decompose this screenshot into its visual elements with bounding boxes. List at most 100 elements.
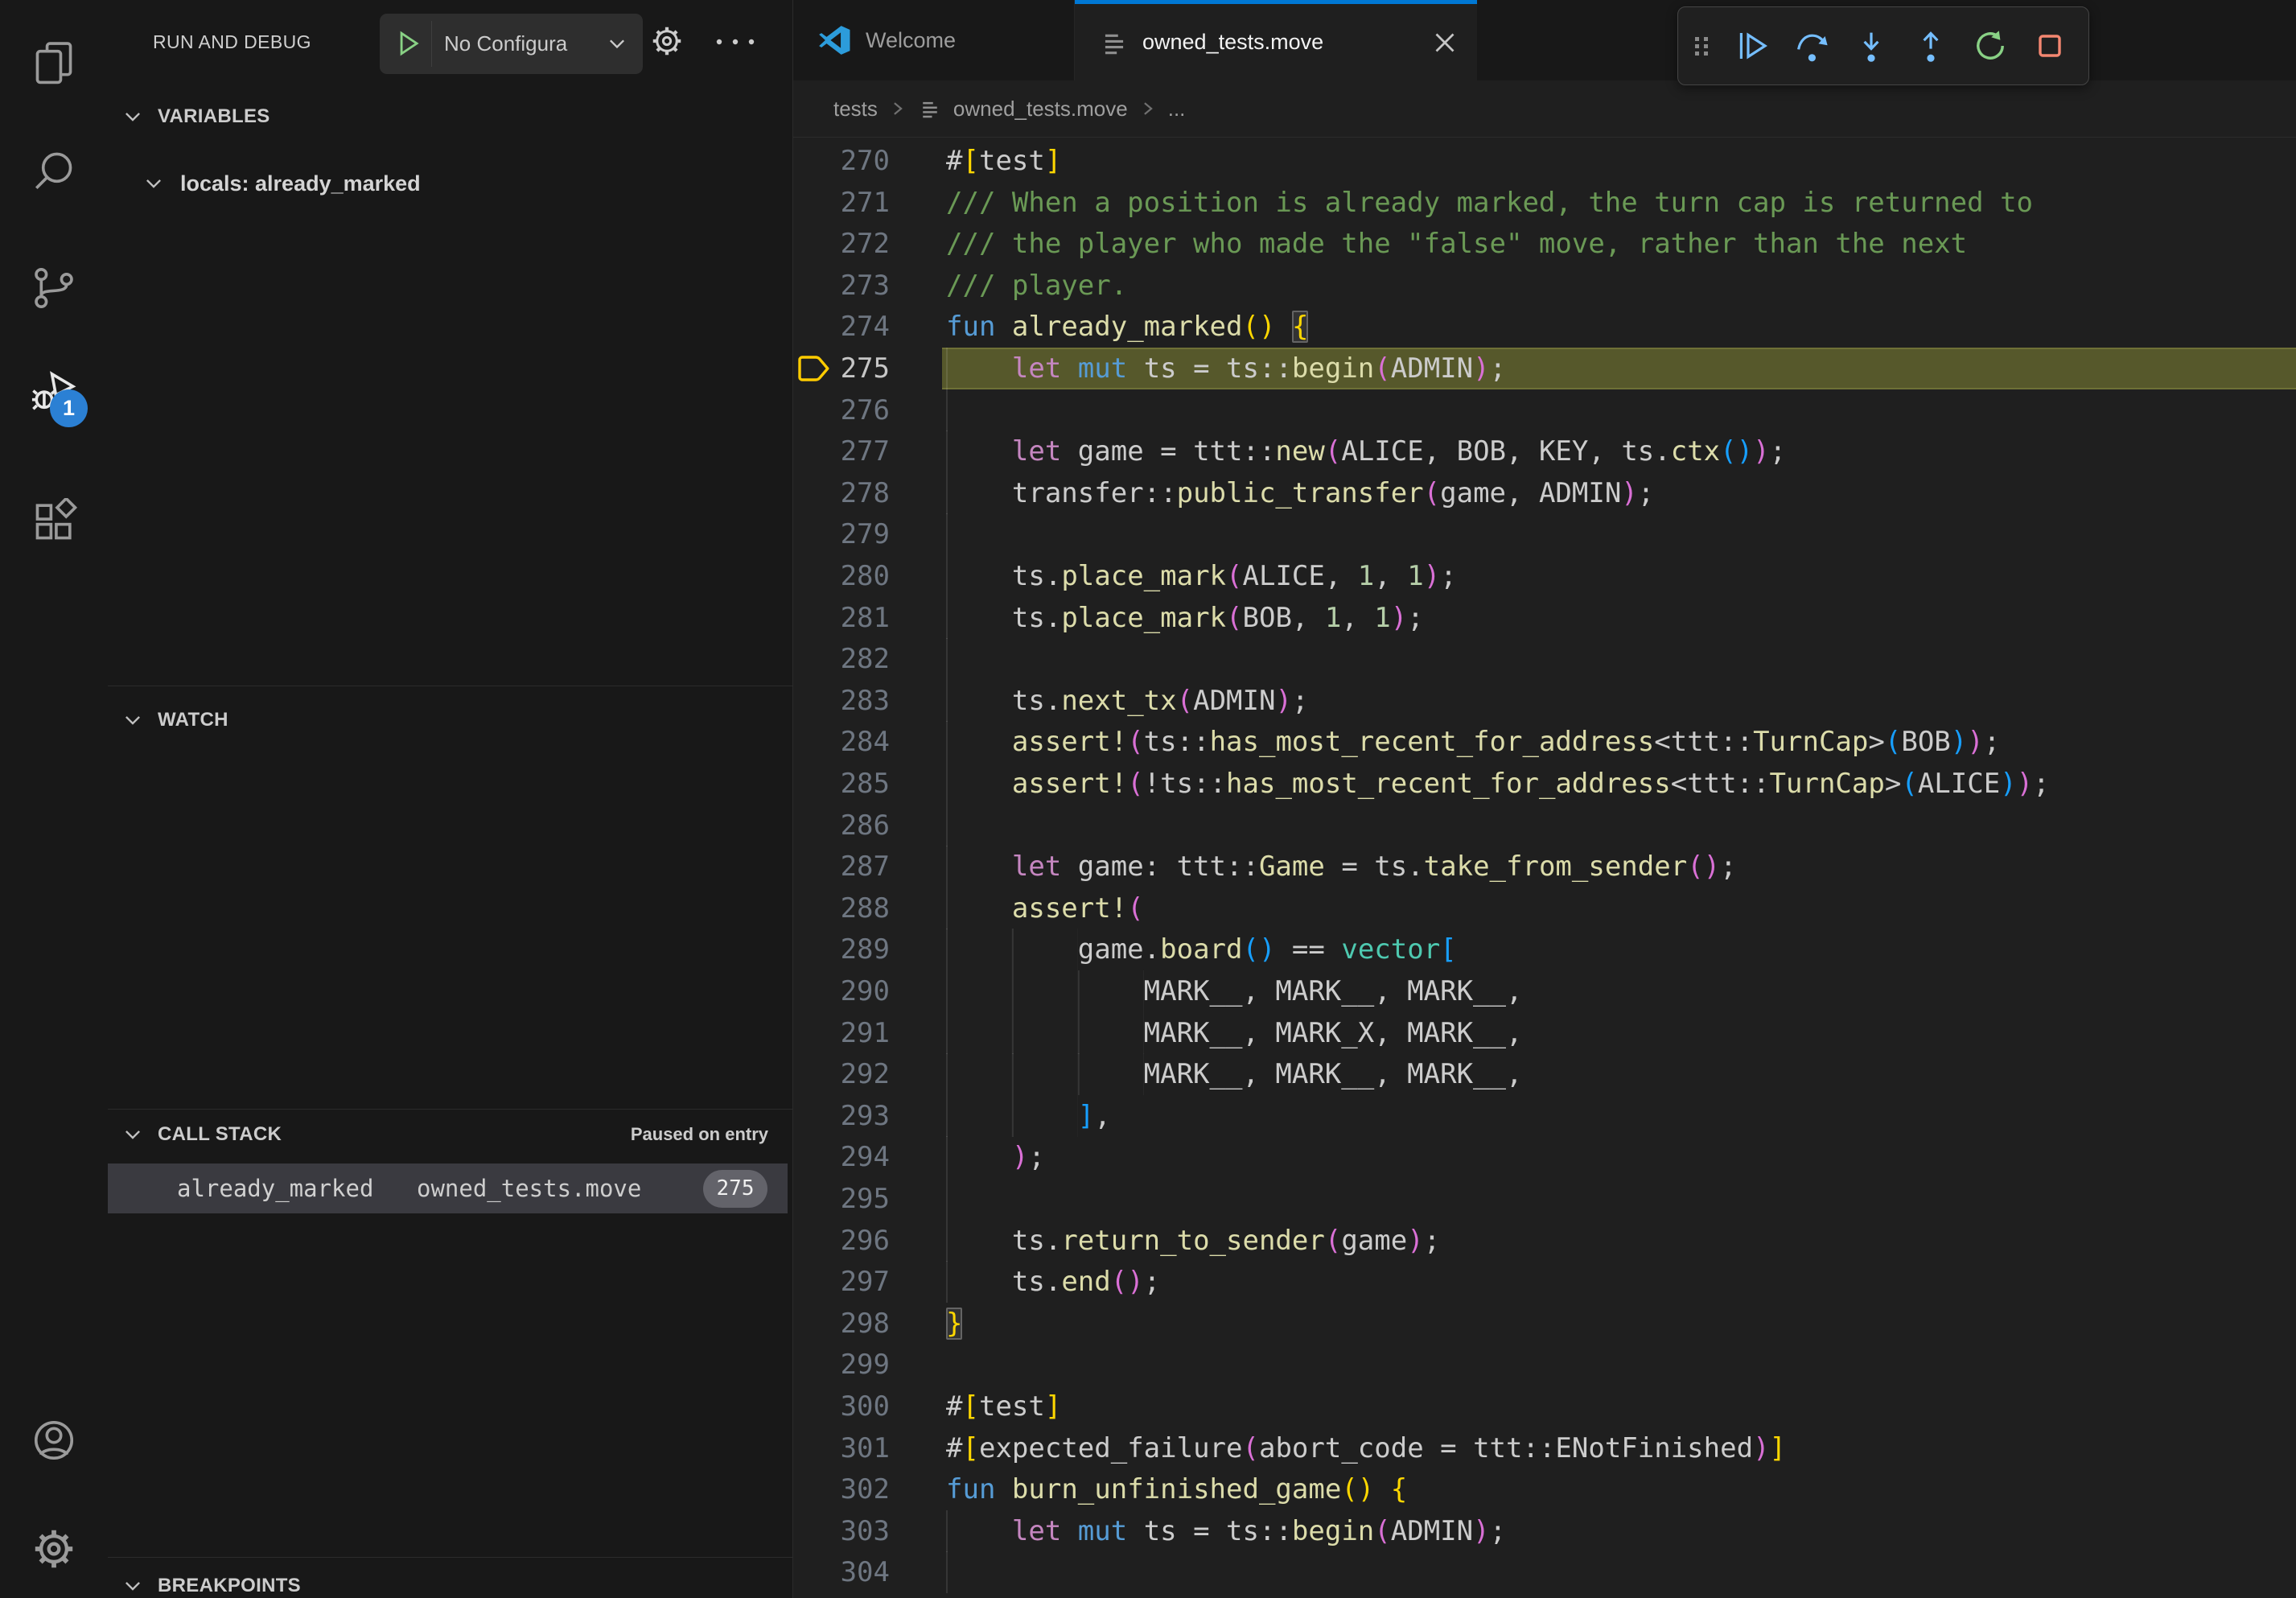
source-control-icon[interactable] (31, 265, 77, 311)
line-number[interactable]: 272 (793, 223, 890, 265)
callstack-frame-row[interactable]: already_marked owned_tests.move 275 (108, 1163, 788, 1213)
line-number[interactable]: 289 (793, 929, 890, 970)
code-line[interactable]: 270#[test] (793, 140, 2296, 182)
code-line[interactable]: 281 ts.place_mark(BOB, 1, 1); (793, 597, 2296, 639)
line-number[interactable]: 299 (793, 1344, 890, 1386)
line-number[interactable]: 275 (793, 348, 890, 389)
line-number[interactable]: 290 (793, 970, 890, 1012)
breadcrumb-file[interactable]: owned_tests.move (953, 97, 1128, 121)
code-line[interactable]: 292 MARK__, MARK__, MARK__, (793, 1053, 2296, 1095)
search-icon[interactable] (31, 147, 77, 194)
account-icon[interactable] (31, 1417, 77, 1464)
breadcrumb-symbol[interactable]: ... (1168, 97, 1186, 121)
code-line[interactable]: 285 assert!(!ts::has_most_recent_for_add… (793, 763, 2296, 805)
code-line[interactable]: 276 (793, 389, 2296, 431)
line-number[interactable]: 284 (793, 721, 890, 763)
code-line[interactable]: 284 assert!(ts::has_most_recent_for_addr… (793, 721, 2296, 763)
code-line[interactable]: 299 (793, 1344, 2296, 1386)
code-line[interactable]: 289 game.board() == vector[ (793, 929, 2296, 970)
code-line[interactable]: 291 MARK__, MARK_X, MARK__, (793, 1012, 2296, 1054)
line-number[interactable]: 298 (793, 1303, 890, 1345)
line-number[interactable]: 276 (793, 389, 890, 431)
step-out-icon[interactable] (1910, 25, 1952, 67)
stop-icon[interactable] (2029, 25, 2071, 67)
breakpoints-section-header[interactable]: BREAKPOINTS (108, 1564, 792, 1598)
code-line[interactable]: 277 let game = ttt::new(ALICE, BOB, KEY,… (793, 430, 2296, 472)
restart-icon[interactable] (1969, 25, 2011, 67)
debug-settings-gear-icon[interactable] (648, 23, 685, 60)
line-number[interactable]: 271 (793, 182, 890, 224)
breadcrumb-folder[interactable]: tests (833, 97, 878, 121)
line-number[interactable]: 274 (793, 306, 890, 348)
code-line[interactable]: 293 ], (793, 1095, 2296, 1137)
code-line[interactable]: 283 ts.next_tx(ADMIN); (793, 680, 2296, 722)
code-editor[interactable]: 270#[test]271/// When a position is alre… (793, 0, 2296, 1598)
code-line[interactable]: 286 (793, 805, 2296, 846)
line-number[interactable]: 300 (793, 1386, 890, 1427)
tab-welcome[interactable]: Welcome (793, 0, 1075, 80)
close-icon[interactable] (1430, 28, 1459, 57)
extensions-icon[interactable] (31, 498, 77, 545)
line-number[interactable]: 294 (793, 1136, 890, 1178)
code-line[interactable]: 301#[expected_failure(abort_code = ttt::… (793, 1427, 2296, 1469)
continue-icon[interactable] (1731, 25, 1773, 67)
line-number[interactable]: 304 (793, 1551, 890, 1593)
code-line[interactable]: 300#[test] (793, 1386, 2296, 1427)
line-number[interactable]: 286 (793, 805, 890, 846)
line-number[interactable]: 279 (793, 513, 890, 555)
explorer-icon[interactable] (31, 39, 77, 85)
line-number[interactable]: 270 (793, 140, 890, 182)
callstack-section-header[interactable]: CALL STACK Paused on entry (108, 1113, 792, 1156)
line-number[interactable]: 297 (793, 1261, 890, 1303)
code-line[interactable]: 304 (793, 1551, 2296, 1593)
code-line[interactable]: 287 let game: ttt::Game = ts.take_from_s… (793, 846, 2296, 888)
line-number[interactable]: 282 (793, 638, 890, 680)
line-number[interactable]: 281 (793, 597, 890, 639)
code-line[interactable]: 296 ts.return_to_sender(game); (793, 1220, 2296, 1262)
code-line[interactable]: 275 let mut ts = ts::begin(ADMIN); (793, 348, 2296, 389)
code-line[interactable]: 297 ts.end(); (793, 1261, 2296, 1303)
code-line[interactable]: 290 MARK__, MARK__, MARK__, (793, 970, 2296, 1012)
code-line[interactable]: 288 assert!( (793, 888, 2296, 929)
step-into-icon[interactable] (1850, 25, 1892, 67)
code-line[interactable]: 303 let mut ts = ts::begin(ADMIN); (793, 1510, 2296, 1552)
code-line[interactable]: 302fun burn_unfinished_game() { (793, 1468, 2296, 1510)
more-actions-icon[interactable] (713, 32, 758, 51)
code-line[interactable]: 274fun already_marked() { (793, 306, 2296, 348)
code-line[interactable]: 273/// player. (793, 265, 2296, 307)
line-number[interactable]: 293 (793, 1095, 890, 1137)
line-number[interactable]: 285 (793, 763, 890, 805)
line-number[interactable]: 277 (793, 430, 890, 472)
line-number[interactable]: 302 (793, 1468, 890, 1510)
line-number[interactable]: 278 (793, 472, 890, 514)
code-line[interactable]: 295 (793, 1178, 2296, 1220)
variables-section-header[interactable]: VARIABLES (108, 95, 792, 138)
code-line[interactable]: 278 transfer::public_transfer(game, ADMI… (793, 472, 2296, 514)
code-line[interactable]: 279 (793, 513, 2296, 555)
step-over-icon[interactable] (1791, 25, 1833, 67)
line-number[interactable]: 292 (793, 1053, 890, 1095)
line-number[interactable]: 273 (793, 265, 890, 307)
code-line[interactable]: 298} (793, 1303, 2296, 1345)
settings-gear-icon[interactable] (31, 1526, 77, 1572)
code-line[interactable]: 271/// When a position is already marked… (793, 182, 2296, 224)
line-number[interactable]: 301 (793, 1427, 890, 1469)
tab-owned-tests-move[interactable]: owned_tests.move (1075, 0, 1477, 80)
line-number[interactable]: 283 (793, 680, 890, 722)
drag-handle[interactable] (1689, 27, 1714, 64)
start-debug-icon[interactable] (393, 28, 423, 59)
code-line[interactable]: 282 (793, 638, 2296, 680)
line-number[interactable]: 295 (793, 1178, 890, 1220)
code-line[interactable]: 294 ); (793, 1136, 2296, 1178)
line-number[interactable]: 288 (793, 888, 890, 929)
debug-config-dropdown[interactable]: No Configura (380, 14, 643, 74)
locals-scope-row[interactable]: locals: already_marked (108, 162, 792, 205)
code-line[interactable]: 280 ts.place_mark(ALICE, 1, 1); (793, 555, 2296, 597)
code-line[interactable]: 272/// the player who made the "false" m… (793, 223, 2296, 265)
watch-section-header[interactable]: WATCH (108, 698, 792, 742)
line-number[interactable]: 287 (793, 846, 890, 888)
line-number[interactable]: 296 (793, 1220, 890, 1262)
line-number[interactable]: 291 (793, 1012, 890, 1054)
line-number[interactable]: 280 (793, 555, 890, 597)
line-number[interactable]: 303 (793, 1510, 890, 1552)
